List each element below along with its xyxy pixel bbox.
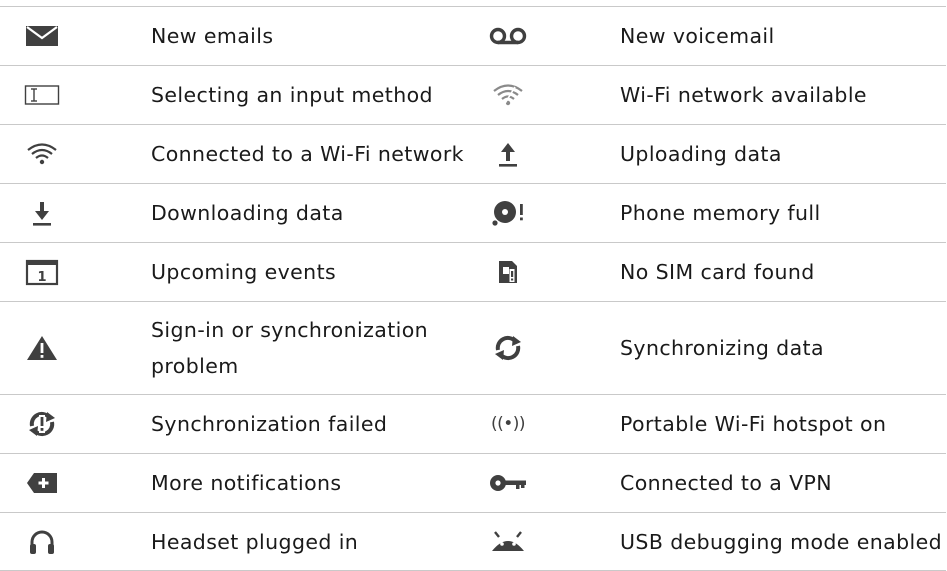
row-label: More notifications (151, 471, 342, 495)
table-row: More notifications Connected to a VPN (0, 453, 946, 512)
warning-icon (22, 302, 62, 394)
table-row: Sign-in or synchronization problem Synch… (0, 301, 946, 394)
calendar-day-number: 1 (37, 270, 46, 285)
row-label: Synchronization failed (151, 412, 388, 436)
row-label: Uploading data (620, 142, 782, 166)
row-label: Headset plugged in (151, 529, 359, 554)
table-row: 1 Upcoming events No SIM card found (0, 242, 946, 301)
email-icon (22, 7, 62, 65)
table-row: Downloading data Phone memory full (0, 183, 946, 242)
row-label: New voicemail (620, 24, 775, 48)
row-label: Connected to a VPN (620, 471, 832, 495)
input-method-icon (22, 66, 62, 124)
row-label: Synchronizing data (620, 336, 824, 360)
calendar-icon: 1 (22, 243, 62, 301)
vpn-key-icon (488, 454, 528, 512)
table-row: Synchronization failed ((•)) Portable Wi… (0, 394, 946, 453)
table-row: Connected to a Wi-Fi network Uploading d… (0, 124, 946, 183)
hotspot-icon: ((•)) (488, 395, 528, 453)
headset-icon (22, 513, 62, 570)
row-label: Sign-in or synchronization problem (151, 318, 429, 378)
sync-failed-icon (22, 395, 62, 453)
download-icon (22, 184, 62, 242)
row-label: Connected to a Wi-Fi network (151, 142, 464, 166)
voicemail-icon (488, 7, 528, 65)
wifi-available-icon (488, 66, 528, 124)
row-label: Downloading data (151, 201, 344, 225)
notification-icons-table: New emails New voicemail Selecting an in… (0, 6, 946, 571)
row-label: USB debugging mode enabled (620, 529, 943, 554)
no-sim-icon (488, 243, 528, 301)
table-row: New emails New voicemail (0, 6, 946, 65)
wifi-connected-icon (22, 125, 62, 183)
sync-icon (488, 302, 528, 394)
row-label: Upcoming events (151, 260, 337, 284)
more-notifications-icon (22, 454, 62, 512)
table-row: Selecting an input method Wi-Fi network … (0, 65, 946, 124)
row-label: No SIM card found (620, 260, 815, 284)
upload-icon (488, 125, 528, 183)
android-debug-icon (488, 513, 528, 570)
row-label: Phone memory full (620, 201, 821, 225)
row-label: New emails (151, 24, 274, 48)
memory-full-icon (488, 184, 528, 242)
row-label: Wi-Fi network available (620, 83, 867, 107)
table-row: Headset plugged in USB debugging mode en… (0, 512, 946, 571)
row-label: Selecting an input method (151, 83, 433, 107)
row-label: Portable Wi-Fi hotspot on (620, 412, 887, 436)
hotspot-glyph: ((•)) (490, 414, 526, 434)
